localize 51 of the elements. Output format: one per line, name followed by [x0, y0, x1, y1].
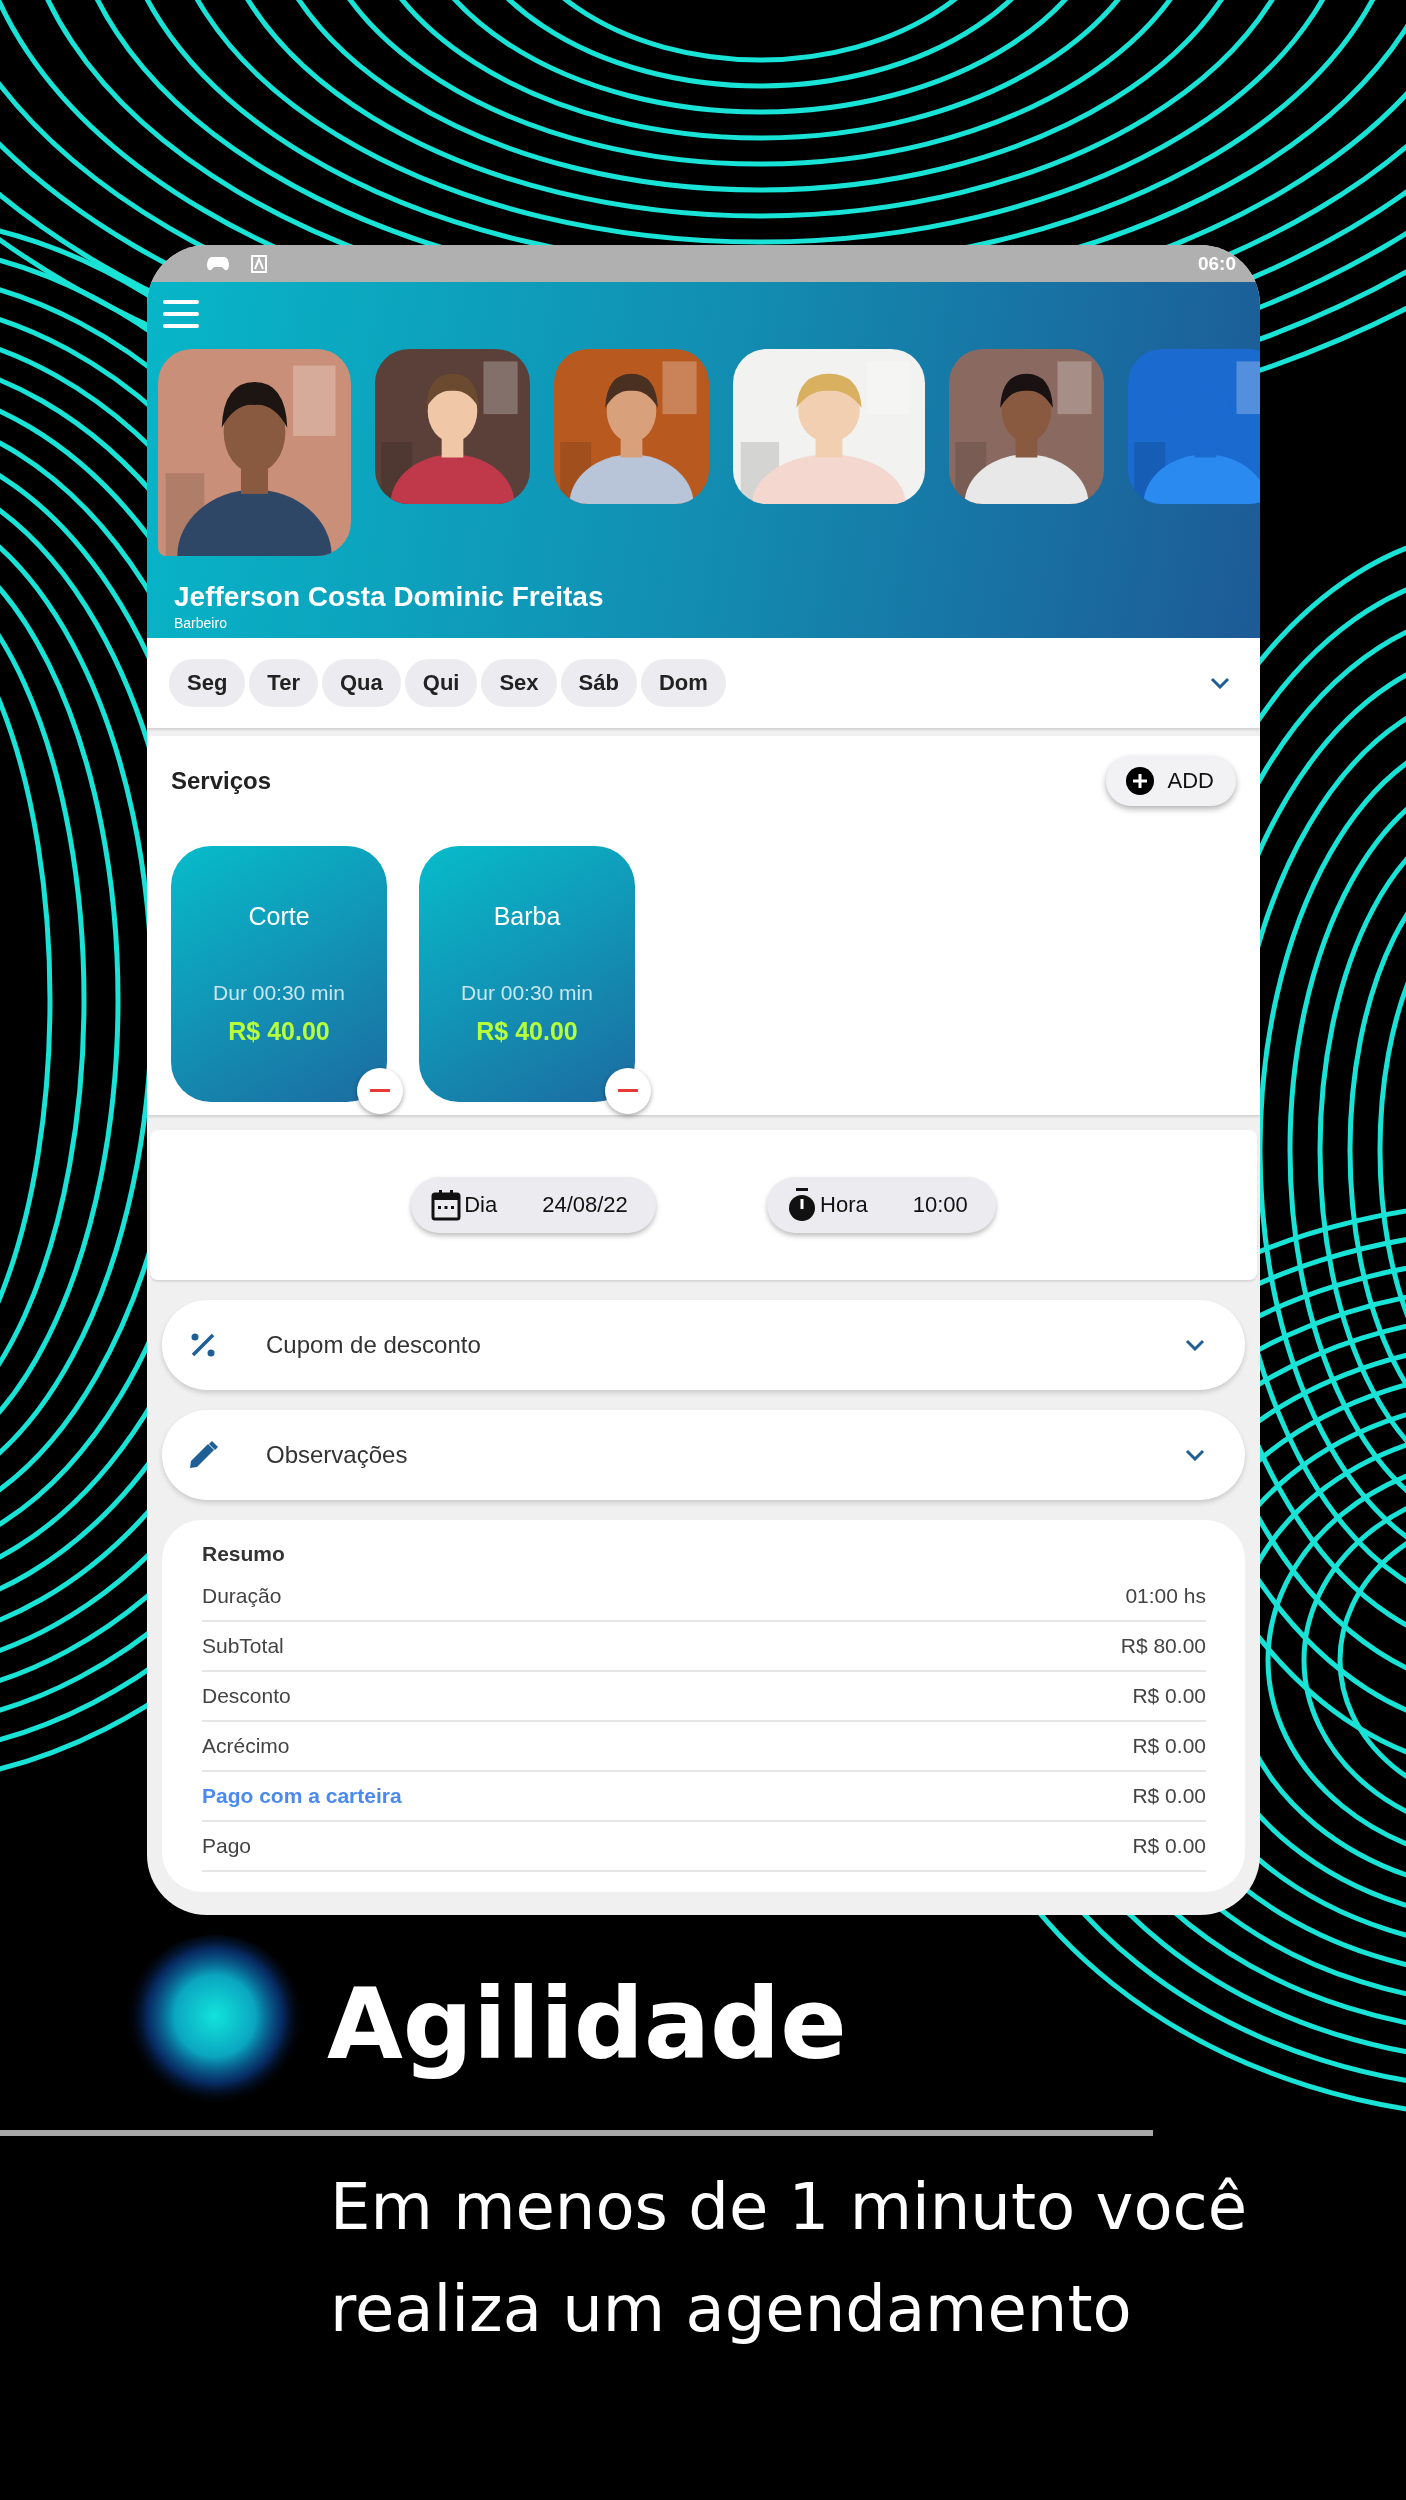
weekday-chip[interactable]: Qua: [321, 659, 401, 707]
professional-role: Barbeiro: [174, 615, 228, 631]
minus-icon: [618, 1089, 638, 1093]
clock-time: 06:0: [1197, 252, 1236, 275]
summary-value: R$ 0.00: [1132, 1684, 1206, 1708]
summary-title: Resumo: [202, 1542, 286, 1566]
summary-label: Duração: [202, 1584, 282, 1608]
service-duration: Dur 00:30 min: [461, 981, 593, 1005]
summary-label: Acrécimo: [202, 1734, 290, 1758]
weekday-chip[interactable]: Dom: [640, 659, 726, 707]
weekday-chip[interactable]: Sáb: [560, 659, 637, 707]
professional-name: Jefferson Costa Dominic Freitas: [174, 581, 605, 613]
weekday-chip[interactable]: Ter: [249, 659, 318, 707]
weekday-chip[interactable]: Sex: [481, 659, 557, 707]
notes-row[interactable]: Observações: [162, 1410, 1245, 1500]
menu-button[interactable]: [163, 300, 199, 331]
time-picker[interactable]: Hora 10:00: [767, 1177, 996, 1233]
app-store-icon: [251, 254, 267, 273]
date-picker[interactable]: Dia 24/08/22: [411, 1177, 656, 1233]
chevron-down-icon: [1185, 1449, 1205, 1461]
summary-label: Desconto: [202, 1684, 291, 1708]
stopwatch-icon: [787, 1188, 818, 1222]
coupon-row[interactable]: Cupom de desconto: [162, 1300, 1245, 1390]
remove-button[interactable]: [605, 1068, 651, 1114]
section-title: Serviços: [171, 767, 272, 795]
weekday-chip[interactable]: Qui: [404, 659, 478, 707]
service-name: Barba: [493, 902, 561, 931]
percent-icon: [190, 1332, 216, 1358]
add-button[interactable]: ADD: [1105, 756, 1236, 806]
weekday-chip[interactable]: Seg: [169, 659, 246, 707]
feature-title: Agilidade: [327, 1966, 847, 2084]
feature-description: Em menos de 1 minuto você realiza um agendamento: [330, 2169, 1249, 2348]
service-name: Corte: [248, 902, 310, 931]
plus-circle-icon: [1125, 767, 1154, 795]
minus-icon: [370, 1089, 390, 1093]
calendar-icon: [431, 1189, 462, 1221]
summary-value: R$ 0.00: [1132, 1784, 1206, 1808]
summary-label: SubTotal: [202, 1634, 284, 1658]
summary-value: R$ 0.00: [1132, 1734, 1206, 1758]
summary-label: Pago: [202, 1834, 252, 1858]
summary-value: 01:00 hs: [1125, 1584, 1206, 1608]
pencil-icon: [188, 1440, 218, 1470]
remove-button[interactable]: [357, 1068, 403, 1114]
service-price: R$ 40.00: [476, 1017, 578, 1046]
chevron-down-icon: [1185, 1339, 1205, 1351]
service-price: R$ 40.00: [228, 1017, 330, 1046]
summary-value: R$ 80.00: [1120, 1634, 1206, 1658]
chevron-down-icon[interactable]: [1210, 677, 1230, 689]
service-duration: Dur 00:30 min: [213, 981, 345, 1005]
summary-value: R$ 0.00: [1132, 1834, 1206, 1858]
gamepad-icon: [207, 255, 229, 272]
